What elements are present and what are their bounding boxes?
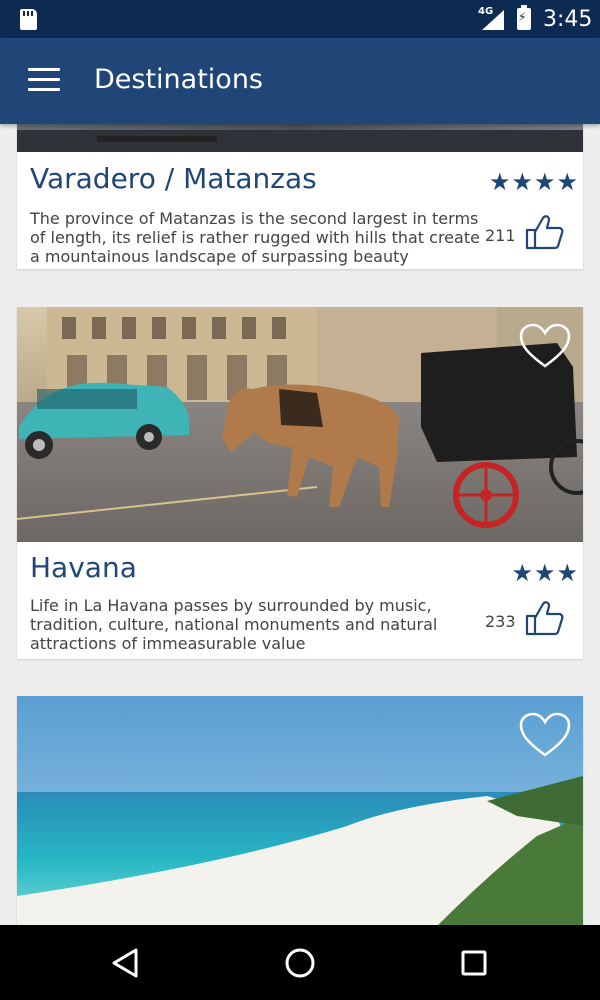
likes-count: 211 — [485, 226, 516, 245]
hamburger-menu-icon[interactable] — [28, 68, 60, 94]
favorite-heart-icon[interactable] — [519, 712, 571, 758]
destination-image[interactable] — [17, 124, 583, 152]
destination-card[interactable]: Havana ★★★ Life in La Havana passes by s… — [17, 307, 583, 659]
destination-card[interactable] — [17, 696, 583, 925]
destination-image[interactable] — [17, 696, 583, 925]
destination-image[interactable] — [17, 307, 583, 542]
thumbs-up-icon[interactable] — [525, 600, 565, 636]
recents-icon[interactable] — [456, 945, 492, 981]
destination-description: The province of Matanzas is the second l… — [30, 209, 480, 266]
destination-description: Life in La Havana passes by surrounded b… — [30, 596, 438, 653]
destination-list[interactable]: Varadero / Matanzas ★★★★ The province of… — [0, 124, 600, 925]
destination-name[interactable]: Varadero / Matanzas — [30, 162, 317, 195]
app-bar: Destinations — [0, 38, 600, 124]
page-title: Destinations — [94, 64, 264, 95]
favorite-heart-icon[interactable] — [519, 323, 571, 369]
rating-stars: ★★★ — [511, 559, 579, 587]
rating-stars: ★★★★ — [488, 168, 579, 196]
back-icon[interactable] — [108, 945, 144, 981]
sd-card-icon — [20, 9, 37, 30]
navigation-bar — [0, 925, 600, 1000]
destination-card[interactable]: Varadero / Matanzas ★★★★ The province of… — [17, 124, 583, 269]
status-bar: 4G 3:45 — [0, 0, 600, 38]
home-icon[interactable] — [282, 945, 318, 981]
destination-name[interactable]: Havana — [30, 551, 137, 584]
likes-count: 233 — [485, 612, 516, 631]
battery-charging-icon — [517, 5, 531, 30]
signal-icon — [482, 10, 504, 30]
status-time: 3:45 — [543, 7, 593, 32]
thumbs-up-icon[interactable] — [525, 214, 565, 250]
